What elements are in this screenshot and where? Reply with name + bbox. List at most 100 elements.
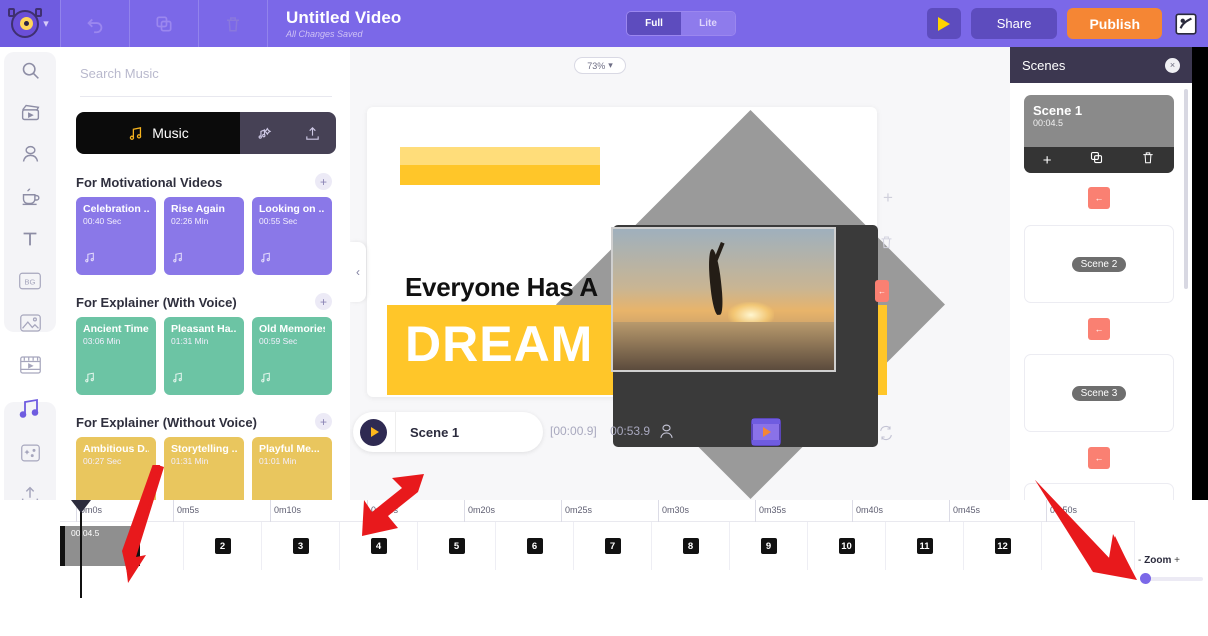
scene-number: 12 [994,538,1011,554]
canvas-delete-button[interactable] [879,234,894,255]
sidebar-item-video[interactable] [4,341,56,388]
search-music-row[interactable] [80,65,332,97]
track-name: Rise Again [171,203,225,215]
music-panel: Music For Motivational Videos + Celebrat… [60,47,350,500]
insert-scene-after-3[interactable]: ← [1088,447,1110,469]
timeline-scene-4[interactable]: 4 [340,522,418,570]
duplicate-button[interactable] [130,0,198,47]
tab-upload-music[interactable] [288,112,336,154]
timeline-scene-3[interactable]: 3 [262,522,340,570]
timeline-scene-7[interactable]: 7 [574,522,652,570]
timeline-playhead[interactable] [71,500,91,598]
delete-button[interactable] [199,0,267,47]
tab-full[interactable]: Full [627,12,681,35]
group-title-explainer-novoice: For Explainer (Without Voice) [76,415,257,430]
scene-loop-button[interactable] [878,425,894,446]
timeline-scene-5[interactable]: 5 [418,522,496,570]
publish-button[interactable]: Publish [1067,8,1162,39]
character-icon [22,145,38,162]
track-duration: 03:06 Min [83,336,121,346]
sidebar-item-search[interactable] [4,47,56,94]
sidebar-item-media[interactable] [4,89,56,136]
insert-scene-after-1[interactable]: ← [1088,187,1110,209]
scenes-scrollbar[interactable] [1184,89,1188,289]
music-note-icon [129,126,142,140]
slide-headline[interactable]: Everyone Has A [405,272,598,303]
timeline-scene-1-clip[interactable]: 00:04.5 [60,526,140,566]
add-group-explainer-novoice[interactable]: + [315,413,332,430]
list-item[interactable]: Ambitious D... 00:27 Sec [76,437,156,500]
scene-film-button[interactable] [750,417,782,452]
delete-scene-button[interactable] [1141,150,1155,170]
list-item[interactable]: Looking on ... 00:55 Sec [252,197,332,275]
sidebar-item-effects[interactable] [4,429,56,476]
scenes-panel: Scenes × Scene 1 00:04.5 + ← Scene 2 ← S… [1010,47,1192,513]
group-title-motivational: For Motivational Videos [76,175,223,190]
duplicate-scene-button[interactable] [1089,150,1104,170]
timeline-scene-9[interactable]: 9 [730,522,808,570]
scene-number: 8 [682,538,699,554]
timeline-ruler[interactable]: 0m0s 0m5s 0m10s 0m15s 0m20s 0m25s 0m30s … [60,500,1135,522]
track-list-explainer-novoice: Ambitious D... 00:27 Sec Storytelling ..… [76,437,332,500]
tab-lite[interactable]: Lite [681,12,735,35]
document-title[interactable]: Untitled Video All Changes Saved [286,8,401,39]
timeline-scene-11[interactable]: 11 [886,522,964,570]
scene-card-2[interactable]: Scene 2 [1024,225,1174,303]
canvas-insert-handle[interactable]: ← [875,280,889,302]
sidebar-item-music[interactable] [4,385,56,432]
add-group-explainer-voice[interactable]: + [315,293,332,310]
preview-play-button[interactable] [926,8,961,39]
timeline-scene-10[interactable]: 10 [808,522,886,570]
slide-big-word[interactable]: DREAM [405,315,593,373]
list-item[interactable]: Storytelling ... 01:31 Min [164,437,244,500]
chevron-down-icon[interactable]: ▾ [43,17,49,30]
add-group-motivational[interactable]: + [315,173,332,190]
scene-card-3[interactable]: Scene 3 [1024,354,1174,432]
scene-card-1[interactable]: Scene 1 00:04.5 + [1024,95,1174,173]
list-item[interactable]: Celebration ... 00:40 Sec [76,197,156,275]
search-input[interactable] [80,66,332,81]
sidebar-item-background[interactable]: BG [4,257,56,304]
list-item[interactable]: Rise Again 02:26 Min [164,197,244,275]
mode-toggle[interactable]: Full Lite [626,11,736,36]
list-item[interactable]: Playful Me... 01:01 Min [252,437,332,500]
canvas-zoom-selector[interactable]: 73% ▾ [574,57,626,74]
close-icon[interactable]: × [1165,57,1180,73]
timeline-scene-track[interactable]: 2 3 4 5 6 7 8 9 10 11 12 [60,522,1135,570]
insert-scene-after-2[interactable]: ← [1088,318,1110,340]
avatar[interactable] [1172,10,1200,38]
sidebar-item-image[interactable] [4,299,56,346]
list-item[interactable]: Old Memories 00:59 Sec [252,317,332,395]
slide-photo[interactable] [611,227,836,372]
track-name: Ambitious D... [83,443,149,455]
music-note-icon [171,371,184,389]
sidebar-item-character[interactable] [4,131,56,178]
panel-collapse-button[interactable]: ‹ [350,242,366,302]
timeline-scene-2[interactable]: 2 [184,522,262,570]
tab-sound-effects[interactable] [240,112,288,154]
scene-label: Scene 3 [1071,385,1127,401]
app-logo[interactable]: ▾ [0,0,60,47]
timeline-scene-6[interactable]: 6 [496,522,574,570]
zoom-slider-knob[interactable] [1140,573,1151,584]
zoom-out-button[interactable]: - [1138,555,1141,566]
undo-button[interactable] [61,0,129,47]
share-button[interactable]: Share [970,8,1058,39]
tab-music[interactable]: Music [76,112,240,154]
add-scene-button[interactable]: + [1043,152,1052,169]
timeline-scene-8[interactable]: 8 [652,522,730,570]
slide-canvas[interactable]: Everyone Has A DREAM [367,107,945,499]
scene-play-button[interactable] [360,418,387,446]
photo-sea [613,322,834,370]
canvas-stage[interactable]: 73% ▾ Everyone Has A DREAM + ← ‹ Scene 1… [350,47,1010,500]
zoom-in-button[interactable]: + [1174,555,1180,566]
list-item[interactable]: Ancient Times 03:06 Min [76,317,156,395]
list-item[interactable]: Pleasant Ha... 01:31 Min [164,317,244,395]
sidebar-item-props[interactable] [4,173,56,220]
timeline-scene-12[interactable]: 12 [964,522,1042,570]
character-tool-button[interactable] [658,422,675,446]
sidebar-item-text[interactable] [4,215,56,262]
canvas-add-button[interactable]: + [883,188,893,208]
top-bar: ▾ Untitled Video All Changes Saved Full … [0,0,1208,47]
ruler-tick: 0m50s [1050,505,1078,515]
